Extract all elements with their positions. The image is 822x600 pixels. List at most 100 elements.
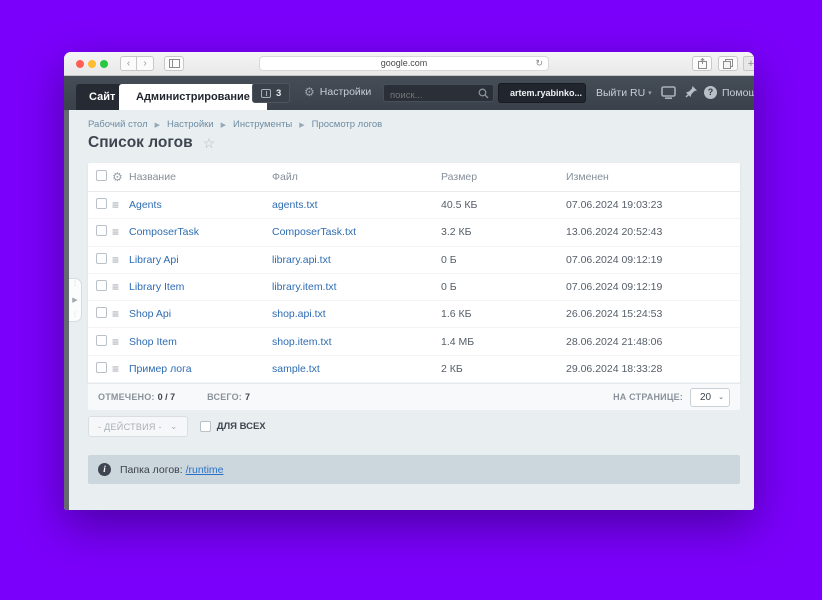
log-name-link[interactable]: Пример лога — [129, 363, 192, 375]
notifications-button[interactable]: 3 — [252, 83, 290, 103]
log-name-link[interactable]: Library Item — [129, 281, 184, 293]
row-menu-icon[interactable]: ≡ — [112, 309, 129, 319]
row-menu-icon[interactable]: ≡ — [112, 337, 129, 347]
table-settings-icon[interactable]: ⚙ — [112, 171, 129, 183]
select-all-checkbox[interactable] — [96, 170, 107, 181]
table-row: ≡ Пример лога sample.txt 2 КБ 29.06.2024… — [88, 356, 740, 383]
log-name-link[interactable]: Shop Item — [129, 336, 177, 348]
forward-button[interactable]: › — [137, 56, 154, 71]
row-checkbox[interactable] — [96, 307, 107, 318]
breadcrumb: Рабочий стол ▶ Настройки ▶ Инструменты ▶… — [88, 119, 382, 130]
table-row: ≡ ComposerTask ComposerTask.txt 3.2 КБ 1… — [88, 219, 740, 246]
total-value: 7 — [245, 392, 250, 402]
log-modified: 13.06.2024 20:52:43 — [566, 226, 740, 238]
tab-administration[interactable]: Администрирование — [119, 84, 267, 110]
sidebar-toggle-button[interactable] — [164, 56, 184, 71]
breadcrumb-link[interactable]: Настройки — [167, 119, 214, 130]
log-modified: 07.06.2024 19:03:23 — [566, 199, 740, 211]
row-menu-icon[interactable]: ≡ — [112, 255, 129, 265]
desktop-view-button[interactable] — [661, 86, 676, 99]
help-button[interactable]: ? Помощь — [704, 86, 754, 99]
row-menu-icon[interactable]: ≡ — [112, 364, 129, 374]
checked-value: 0 / 7 — [158, 392, 176, 402]
logout-link[interactable]: Выйти — [596, 87, 627, 99]
log-folder-link[interactable]: /runtime — [186, 464, 224, 476]
admin-top-panel: Сайт Администрирование 3 ⚙ Настройки art… — [64, 76, 754, 110]
expand-menu-handle[interactable]: ⋮ ▶ ⋮ — [69, 278, 82, 322]
help-label: Помощь — [722, 87, 754, 99]
breadcrumb-link[interactable]: Инструменты — [233, 119, 292, 130]
log-modified: 28.06.2024 21:48:06 — [566, 336, 740, 348]
help-icon: ? — [704, 86, 717, 99]
table-row: ≡ Library Api library.api.txt 0 Б 07.06.… — [88, 247, 740, 274]
log-table: ⚙ Название Файл Размер Изменен ≡ Agents … — [88, 163, 740, 383]
row-menu-icon[interactable]: ≡ — [112, 227, 129, 237]
log-name-link[interactable]: ComposerTask — [129, 226, 199, 238]
for-all-checkbox[interactable] — [200, 421, 211, 432]
row-checkbox[interactable] — [96, 225, 107, 236]
new-tab-button[interactable]: + — [743, 56, 754, 71]
zoom-window-button[interactable] — [100, 60, 108, 68]
log-size: 1.4 МБ — [441, 336, 566, 348]
log-file-link[interactable]: library.api.txt — [272, 254, 331, 266]
share-button[interactable] — [692, 56, 712, 71]
actions-dropdown[interactable]: - ДЕЙСТВИЯ - ⌄ — [88, 416, 188, 437]
for-all-label: ДЛЯ ВСЕХ — [217, 421, 266, 432]
notifications-icon — [261, 89, 271, 98]
log-file-link[interactable]: shop.item.txt — [272, 336, 332, 348]
close-window-button[interactable] — [76, 60, 84, 68]
breadcrumb-separator-icon: ▶ — [299, 121, 304, 129]
column-header-name[interactable]: Название — [129, 171, 272, 183]
share-icon — [698, 58, 707, 69]
language-label: RU — [630, 87, 645, 99]
actions-dropdown-label: - ДЕЙСТВИЯ - — [98, 422, 162, 432]
row-checkbox[interactable] — [96, 280, 107, 291]
chevron-down-icon: ⌄ — [718, 393, 724, 401]
row-checkbox[interactable] — [96, 253, 107, 264]
log-size: 0 Б — [441, 281, 566, 293]
sidebar-icon — [169, 59, 180, 68]
log-size: 40.5 КБ — [441, 199, 566, 211]
back-button[interactable]: ‹ — [120, 56, 137, 71]
browser-window: ‹ › google.com ↻ + — [64, 52, 754, 510]
for-all-option[interactable]: ДЛЯ ВСЕХ — [200, 421, 266, 432]
user-menu-button[interactable]: artem.ryabinko... — [498, 83, 586, 103]
pin-panel-button[interactable] — [685, 85, 698, 98]
per-page-label: НА СТРАНИЦЕ: — [613, 392, 683, 402]
admin-content: ⋮ ▶ ⋮ Рабочий стол ▶ Настройки ▶ Инструм… — [64, 110, 754, 510]
log-name-link[interactable]: Shop Api — [129, 308, 171, 320]
log-file-link[interactable]: library.item.txt — [272, 281, 337, 293]
search-input[interactable] — [384, 88, 493, 104]
breadcrumb-link[interactable]: Рабочий стол — [88, 119, 148, 130]
row-menu-icon[interactable]: ≡ — [112, 282, 129, 292]
row-checkbox[interactable] — [96, 362, 107, 373]
column-header-size[interactable]: Размер — [441, 171, 566, 183]
page-title-row: Список логов ☆ — [88, 134, 215, 152]
log-file-link[interactable]: shop.api.txt — [272, 308, 326, 320]
row-checkbox[interactable] — [96, 198, 107, 209]
log-size: 2 КБ — [441, 363, 566, 375]
log-modified: 26.06.2024 15:24:53 — [566, 308, 740, 320]
row-menu-icon[interactable]: ≡ — [112, 200, 129, 210]
log-file-link[interactable]: agents.txt — [272, 199, 318, 211]
show-tabs-button[interactable] — [718, 56, 738, 71]
column-header-file[interactable]: Файл — [272, 171, 441, 183]
per-page-value: 20 — [700, 392, 711, 403]
search-icon[interactable] — [478, 88, 489, 99]
row-checkbox[interactable] — [96, 335, 107, 346]
log-file-link[interactable]: ComposerTask.txt — [272, 226, 356, 238]
log-file-link[interactable]: sample.txt — [272, 363, 320, 375]
table-header-row: ⚙ Название Файл Размер Изменен — [88, 163, 740, 192]
breadcrumb-link[interactable]: Просмотр логов — [312, 119, 383, 130]
settings-button[interactable]: ⚙ Настройки — [304, 86, 371, 98]
language-selector[interactable]: RU ▾ — [630, 87, 652, 99]
favorite-star-icon[interactable]: ☆ — [203, 135, 216, 152]
settings-label: Настройки — [320, 86, 372, 98]
address-bar[interactable]: google.com ↻ — [259, 56, 549, 71]
minimize-window-button[interactable] — [88, 60, 96, 68]
reload-icon[interactable]: ↻ — [535, 57, 543, 70]
log-name-link[interactable]: Agents — [129, 199, 162, 211]
column-header-modified[interactable]: Изменен — [566, 171, 740, 183]
log-name-link[interactable]: Library Api — [129, 254, 179, 266]
per-page-select[interactable]: 20 ⌄ — [690, 388, 730, 407]
